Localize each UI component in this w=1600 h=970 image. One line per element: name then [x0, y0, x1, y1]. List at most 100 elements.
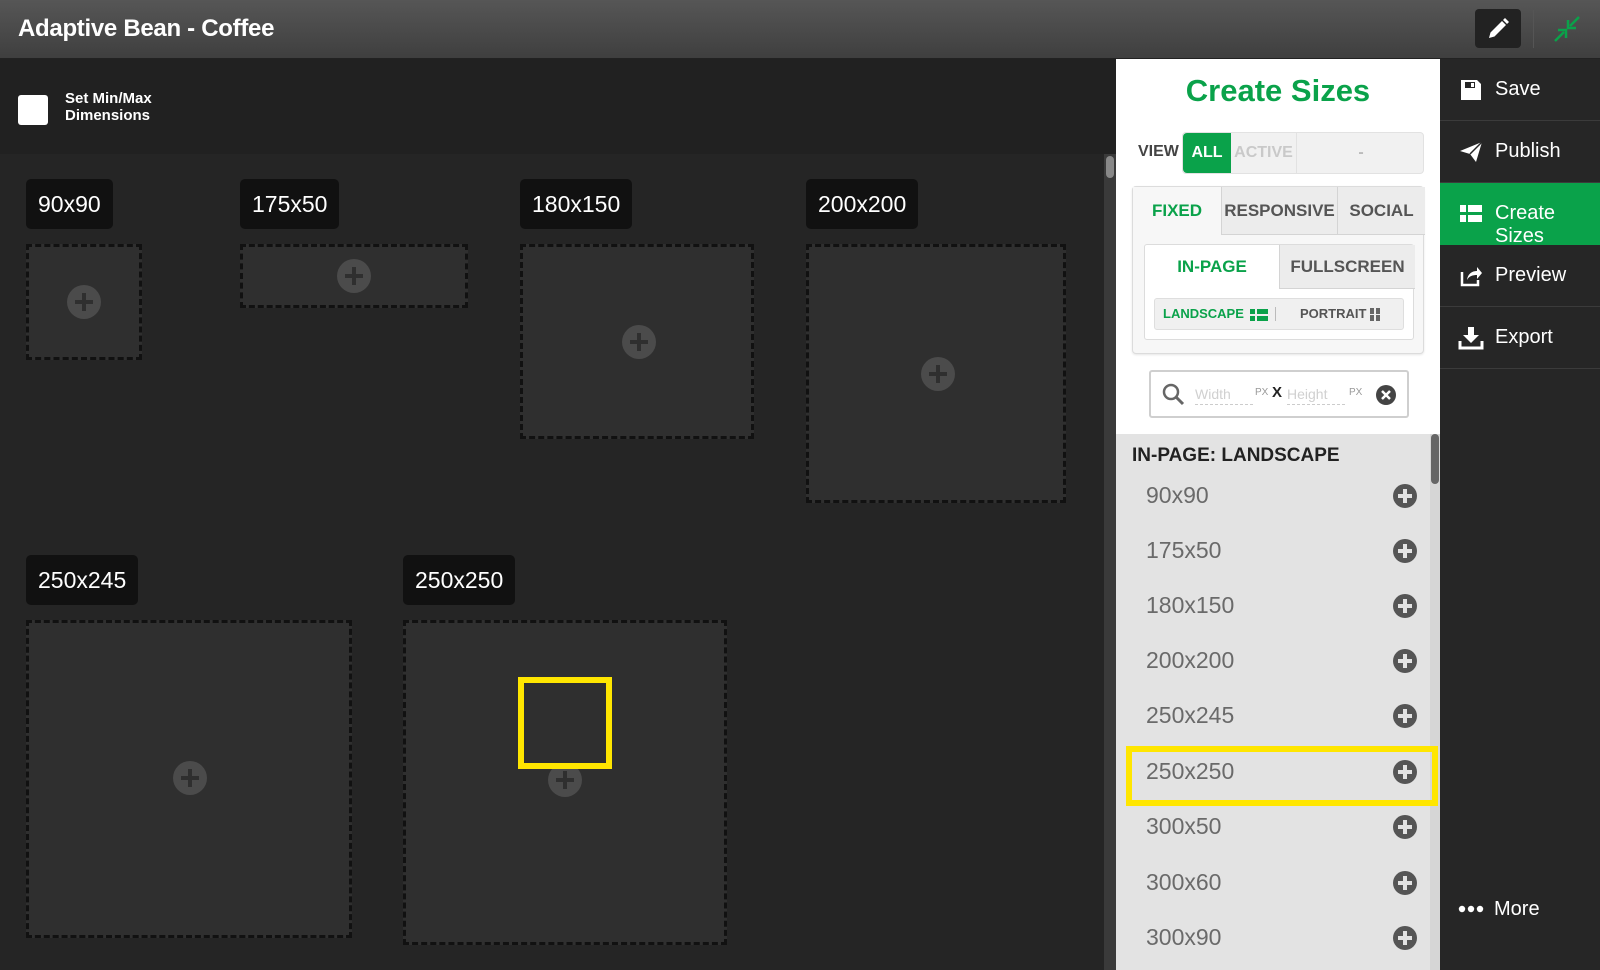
- collapse-arrows-icon: [1554, 16, 1580, 42]
- ellipsis-icon: [1458, 905, 1484, 913]
- size-search: PX X PX: [1149, 370, 1409, 418]
- tab-social[interactable]: SOCIAL: [1337, 187, 1425, 235]
- slot-200x200[interactable]: [806, 244, 1066, 503]
- paper-plane-icon: [1460, 141, 1483, 162]
- tab-fixed[interactable]: FIXED: [1133, 187, 1221, 235]
- add-size-icon[interactable]: [1393, 594, 1417, 618]
- collapse-button[interactable]: [1550, 12, 1584, 46]
- highlight-row-250x250: [1126, 746, 1438, 806]
- slot-90x90[interactable]: [26, 244, 142, 360]
- view-label: VIEW: [1138, 143, 1179, 160]
- search-icon: [1162, 383, 1185, 406]
- add-size-icon[interactable]: [1393, 926, 1417, 950]
- size-label: 300x60: [1146, 869, 1222, 895]
- size-tag-200x200: 200x200: [806, 179, 919, 229]
- preview-button[interactable]: Preview: [1440, 245, 1600, 307]
- add-size-icon[interactable]: [1393, 539, 1417, 563]
- action-sidebar: Save Publish Create Sizes Preview Export…: [1440, 59, 1600, 970]
- add-content-icon[interactable]: [67, 285, 101, 319]
- add-content-icon[interactable]: [173, 761, 207, 795]
- view-all-button[interactable]: ALL: [1183, 133, 1231, 173]
- portrait-label: PORTRAIT: [1300, 306, 1367, 321]
- publish-label: Publish: [1495, 140, 1561, 162]
- canvas-scrollbar[interactable]: [1104, 154, 1116, 970]
- add-content-icon[interactable]: [921, 357, 955, 391]
- app-window: Adaptive Bean - Coffee Set Min/Max Dimen…: [0, 0, 1600, 970]
- canvas-options-bar: Set Min/Max Dimensions: [0, 59, 1116, 154]
- view-other-button[interactable]: -: [1297, 133, 1425, 173]
- highlight-add-250x250: [518, 677, 612, 769]
- orientation-divider: [1275, 307, 1276, 321]
- placement-selector: IN-PAGE FULLSCREEN LANDSCAPE PORTRAIT: [1144, 244, 1415, 340]
- slot-250x250[interactable]: [403, 620, 727, 945]
- publish-button[interactable]: Publish: [1440, 121, 1600, 183]
- list-item[interactable]: 90x90: [1132, 472, 1424, 522]
- landscape-label: LANDSCAPE: [1163, 306, 1244, 321]
- tab-responsive[interactable]: RESPONSIVE: [1221, 187, 1337, 235]
- portrait-icon: [1370, 308, 1381, 322]
- top-bar: Adaptive Bean - Coffee: [0, 0, 1600, 59]
- tab-fullscreen[interactable]: FULLSCREEN: [1279, 245, 1415, 289]
- height-input[interactable]: [1287, 383, 1345, 405]
- width-input[interactable]: [1195, 383, 1253, 405]
- add-size-icon[interactable]: [1393, 871, 1417, 895]
- create-sizes-label: Create Sizes: [1495, 202, 1556, 247]
- topbar-divider: [1533, 10, 1534, 48]
- list-item[interactable]: 300x50: [1132, 803, 1424, 853]
- canvas-scroll-thumb[interactable]: [1106, 156, 1114, 178]
- orientation-selector: LANDSCAPE PORTRAIT: [1154, 298, 1404, 330]
- add-size-icon[interactable]: [1393, 704, 1417, 728]
- list-item[interactable]: 180x150: [1132, 582, 1424, 632]
- slot-175x50[interactable]: [240, 244, 468, 308]
- list-item[interactable]: 300x60: [1132, 859, 1424, 909]
- dimension-separator: X: [1272, 384, 1283, 401]
- add-size-icon[interactable]: [1393, 815, 1417, 839]
- slot-180x150[interactable]: [520, 244, 754, 439]
- floppy-disk-icon: [1461, 80, 1481, 100]
- slot-250x245[interactable]: [26, 620, 352, 938]
- list-heading: IN-PAGE: LANDSCAPE: [1132, 445, 1340, 466]
- clear-icon[interactable]: [1375, 384, 1397, 406]
- add-content-icon[interactable]: [337, 259, 371, 293]
- size-label: 300x90: [1146, 924, 1222, 950]
- size-tag-180x150: 180x150: [520, 179, 633, 229]
- orientation-portrait[interactable]: PORTRAIT: [1300, 299, 1381, 329]
- app-title: Adaptive Bean - Coffee: [18, 15, 275, 42]
- height-unit: PX: [1349, 387, 1363, 398]
- view-active-button[interactable]: ACTIVE: [1231, 133, 1297, 173]
- list-item[interactable]: 300x90: [1132, 914, 1424, 964]
- edit-button[interactable]: [1475, 9, 1521, 48]
- ad-canvas: Set Min/Max Dimensions 90x90 175x50 180x…: [0, 59, 1116, 970]
- more-label: More: [1494, 898, 1540, 920]
- list-grid-icon: [1460, 205, 1482, 222]
- share-icon: [1460, 267, 1482, 287]
- list-item[interactable]: 175x50: [1132, 527, 1424, 577]
- save-button[interactable]: Save: [1440, 59, 1600, 121]
- list-item[interactable]: 250x245: [1132, 692, 1424, 742]
- orientation-landscape[interactable]: LANDSCAPE: [1163, 299, 1268, 329]
- add-content-icon[interactable]: [622, 325, 656, 359]
- export-button[interactable]: Export: [1440, 307, 1600, 369]
- size-list-scrollbar[interactable]: [1430, 434, 1440, 970]
- add-size-icon[interactable]: [1393, 484, 1417, 508]
- size-type-selector: FIXED RESPONSIVE SOCIAL IN-PAGE FULLSCRE…: [1132, 186, 1425, 354]
- minmax-label: Set Min/Max Dimensions: [65, 90, 152, 124]
- minmax-checkbox[interactable]: [18, 95, 48, 125]
- export-label: Export: [1495, 326, 1553, 348]
- add-size-icon[interactable]: [1393, 649, 1417, 673]
- size-label: 175x50: [1146, 537, 1222, 563]
- size-tag-90x90: 90x90: [26, 179, 113, 229]
- size-label: 90x90: [1146, 482, 1209, 508]
- size-list-scroll-thumb[interactable]: [1431, 434, 1439, 484]
- create-sizes-button[interactable]: Create Sizes: [1440, 183, 1600, 247]
- preview-label: Preview: [1495, 264, 1567, 286]
- size-tag-175x50: 175x50: [240, 179, 340, 229]
- list-item[interactable]: 200x200: [1132, 637, 1424, 687]
- landscape-icon: [1249, 308, 1268, 321]
- more-button[interactable]: More: [1440, 886, 1600, 936]
- download-tray-icon: [1458, 327, 1484, 350]
- tab-in-page[interactable]: IN-PAGE: [1145, 245, 1279, 289]
- size-label: 180x150: [1146, 592, 1235, 618]
- size-tag-250x250: 250x250: [403, 555, 516, 605]
- width-unit: PX: [1255, 387, 1269, 398]
